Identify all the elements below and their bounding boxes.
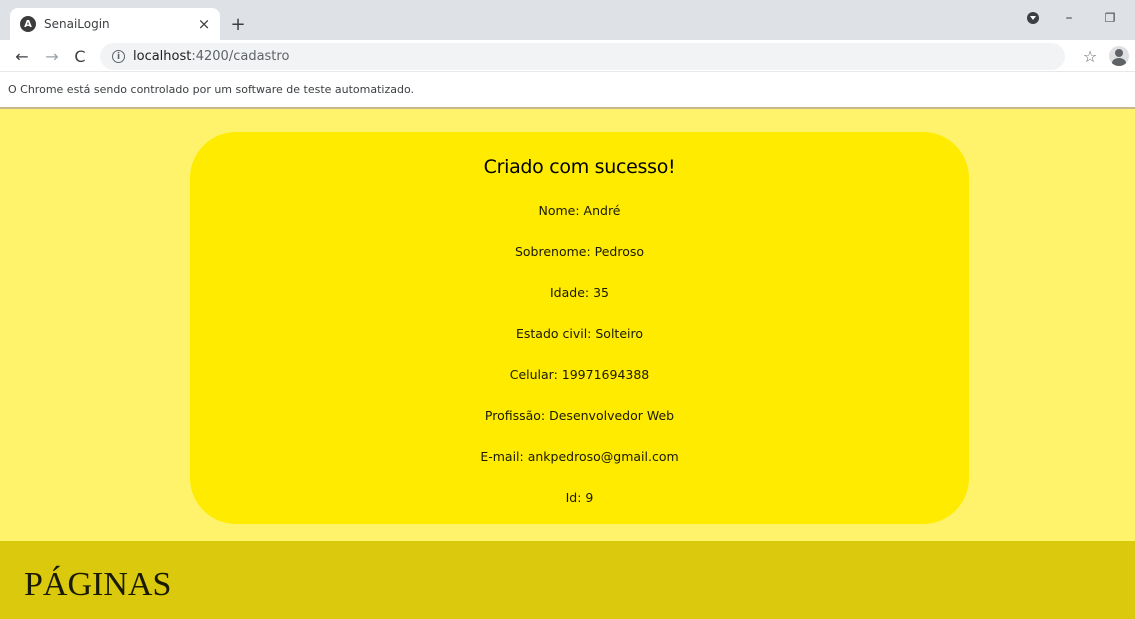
site-info-icon[interactable]: i <box>112 50 125 63</box>
browser-toolbar: ← → C i localhost:4200/cadastro ☆ <box>0 40 1135 72</box>
restore-button[interactable]: ❐ <box>1096 6 1124 30</box>
browser-tab[interactable]: A SenaiLogin × <box>10 8 220 40</box>
url-path: :4200/cadastro <box>191 49 290 64</box>
footer-title: PÁGINAS <box>24 566 172 603</box>
tab-close-icon[interactable]: × <box>194 14 214 34</box>
field-email: E-mail: ankpedroso@gmail.com <box>480 449 679 464</box>
angular-favicon-icon: A <box>20 16 36 32</box>
field-idade: Idade: 35 <box>550 285 609 300</box>
minimize-button[interactable]: – <box>1055 6 1083 30</box>
field-sobrenome: Sobrenome: Pedroso <box>514 244 645 259</box>
reload-icon[interactable]: C <box>68 44 92 68</box>
bookmark-star-icon[interactable]: ☆ <box>1078 44 1102 68</box>
tab-title: SenaiLogin <box>44 17 110 31</box>
url-host: localhost <box>133 49 192 64</box>
address-bar[interactable]: i localhost:4200/cadastro <box>100 43 1065 70</box>
field-profissao: Profissão: Desenvolvedor Web <box>484 408 675 423</box>
tab-search-icon[interactable] <box>1019 6 1047 30</box>
card-title: Criado com sucesso! <box>483 156 676 178</box>
url-text: localhost:4200/cadastro <box>133 49 289 64</box>
page-content: Criado com sucesso! Nome: André Sobrenom… <box>0 109 1135 541</box>
automation-infobar: O Chrome está sendo controlado por um so… <box>0 72 1135 109</box>
success-card: Criado com sucesso! Nome: André Sobrenom… <box>190 132 969 524</box>
browser-tab-strip: A SenaiLogin × + – ❐ <box>0 0 1135 40</box>
footer: PÁGINAS <box>0 541 1135 619</box>
infobar-text: O Chrome está sendo controlado por um so… <box>8 83 415 96</box>
field-nome: Nome: André <box>538 203 621 218</box>
profile-avatar-icon[interactable] <box>1109 46 1129 66</box>
forward-arrow-icon[interactable]: → <box>40 44 64 68</box>
field-celular: Celular: 19971694388 <box>509 367 650 382</box>
field-id: Id: 9 <box>565 490 594 505</box>
new-tab-button[interactable]: + <box>226 12 250 36</box>
field-estado-civil: Estado civil: Solteiro <box>515 326 644 341</box>
back-arrow-icon[interactable]: ← <box>10 44 34 68</box>
